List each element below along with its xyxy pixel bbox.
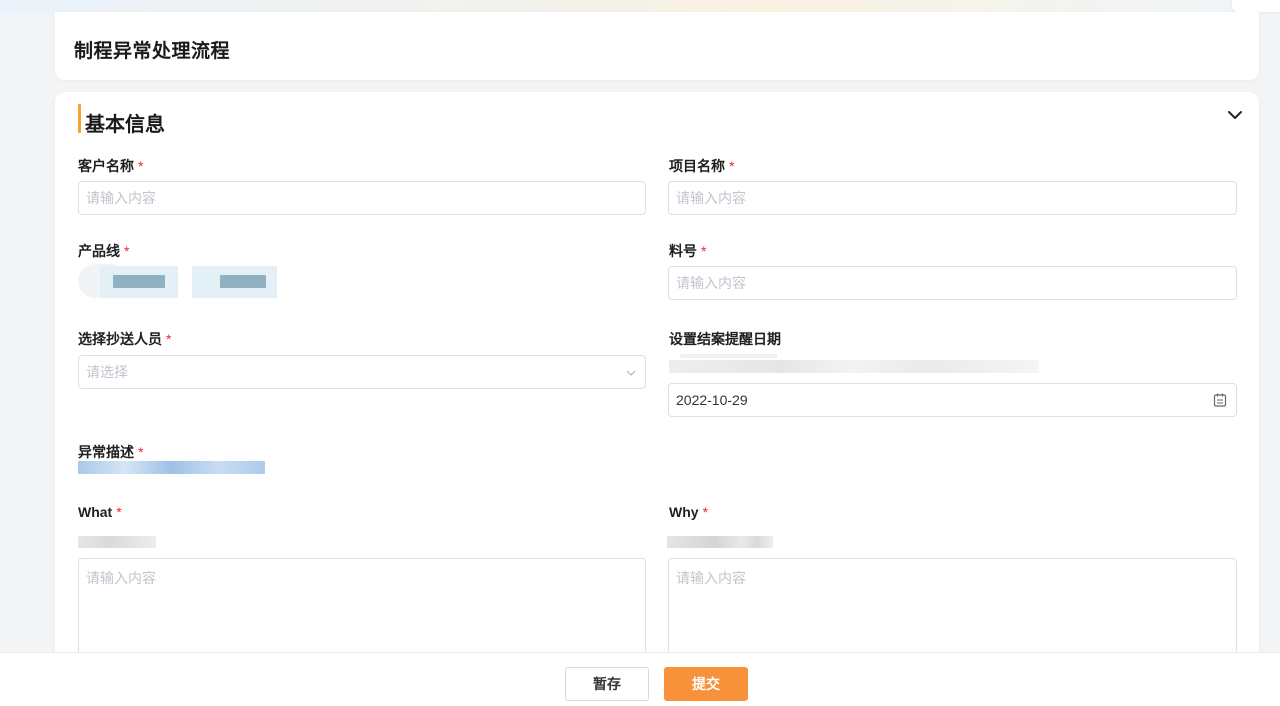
corner-card [1232,0,1280,12]
chevron-down-icon[interactable] [1226,106,1244,124]
project-name-label: 项目名称 * [669,158,735,174]
cc-person-select[interactable]: 请选择 [78,355,646,389]
product-line-label: 产品线 * [78,243,130,259]
material-no-input[interactable]: 请输入内容 [668,266,1237,300]
page-title: 制程异常处理流程 [74,41,231,62]
project-name-input[interactable]: 请输入内容 [668,181,1237,215]
cc-person-placeholder: 请选择 [86,364,128,380]
calendar-icon[interactable] [1213,392,1227,408]
section-title: 基本信息 [85,114,165,136]
reminder-date-picker[interactable]: 2022-10-29 [668,383,1237,417]
customer-name-input[interactable]: 请输入内容 [78,181,646,215]
abnormal-desc-content[interactable] [78,461,265,474]
why-hint-text [667,536,773,548]
reminder-date-label: 设置结案提醒日期 [669,331,781,347]
chevron-down-icon [626,370,636,376]
material-no-label: 料号 * [669,243,707,259]
project-name-placeholder: 请输入内容 [676,190,746,206]
submit-button[interactable]: 提交 [664,667,748,701]
basic-info-card: 基本信息 客户名称 * 请输入内容 项目名称 * 请输入内容 产品线 * 料号 * 请输… [55,92,1259,706]
what-label: What * [78,504,122,520]
why-label: Why * [669,504,709,520]
why-placeholder: 请输入内容 [676,570,746,586]
customer-name-label: 客户名称 * [78,158,144,174]
product-line-option-2-text [220,275,266,288]
reminder-hint-text-2 [669,360,1039,373]
save-draft-button[interactable]: 暂存 [565,667,649,701]
header-card: 制程异常处理流程 [55,12,1259,80]
abnormal-desc-label: 异常描述 * [78,444,144,460]
footer-action-bar: 暂存 提交 [0,652,1280,706]
reminder-date-value: 2022-10-29 [676,392,748,408]
what-placeholder: 请输入内容 [86,570,156,586]
section-accent-bar [78,104,81,133]
product-line-option-1-text [113,275,165,288]
what-hint-text [78,536,156,548]
cc-person-label: 选择抄送人员 * [78,331,172,347]
material-no-placeholder: 请输入内容 [676,275,746,291]
reminder-hint-text [680,354,777,358]
customer-name-placeholder: 请输入内容 [86,190,156,206]
